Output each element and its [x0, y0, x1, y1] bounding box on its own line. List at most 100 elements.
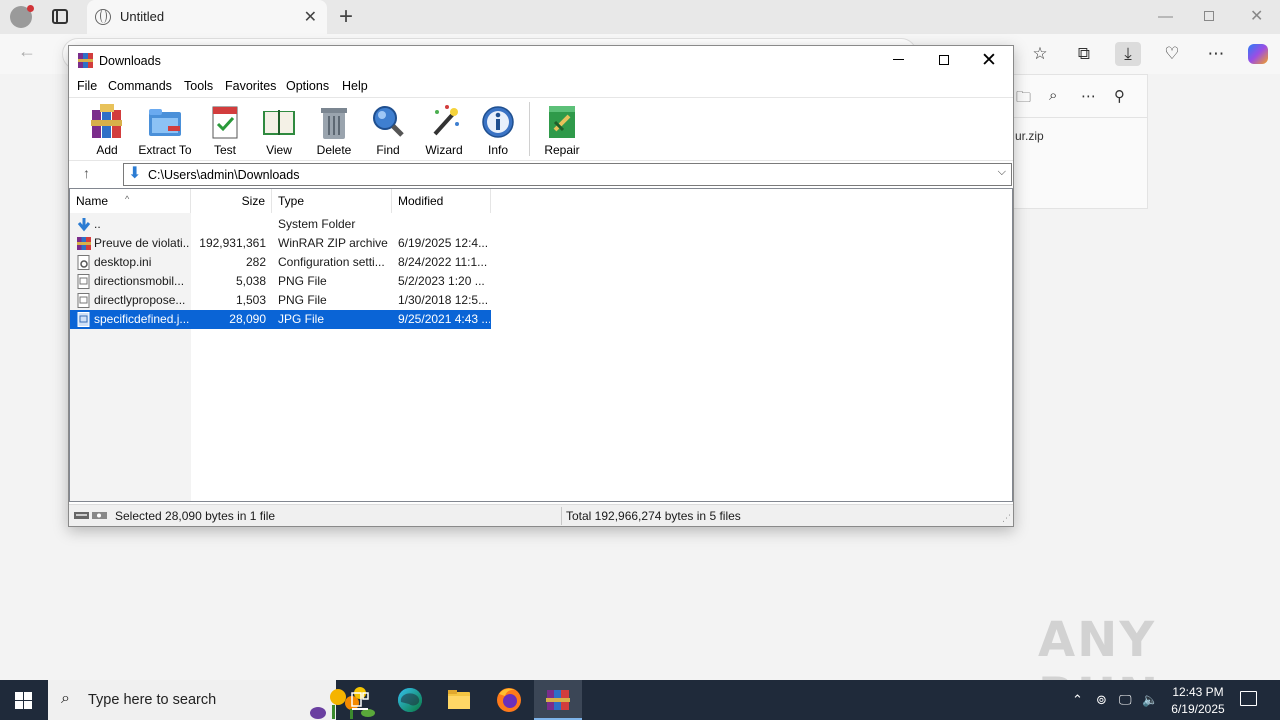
up-folder-arrow-icon[interactable]: ↑ — [83, 165, 90, 181]
downloads-folder-icon: ⬇ — [128, 165, 142, 182]
status-bar: Selected 28,090 bytes in 1 file Total 19… — [69, 504, 1013, 526]
add-label: Add — [96, 143, 118, 157]
winrar-window: Downloads ✕ File Commands Tools Favorite… — [68, 45, 1014, 527]
menu-bar: File Commands Tools Favorites Options He… — [69, 76, 1013, 96]
winrar-title-bar[interactable]: Downloads ✕ — [69, 46, 1013, 76]
minimize-button[interactable] — [893, 59, 904, 60]
menu-file[interactable]: File — [77, 79, 97, 93]
view-book-icon — [263, 110, 295, 135]
settings-more-icon[interactable]: ⋯ — [1203, 42, 1229, 66]
find-label: Find — [376, 143, 400, 157]
downloads-panel: 🗀 ⌕ ⋯ ⚲ ur.zip — [1000, 74, 1148, 209]
close-button[interactable]: ✕ — [981, 49, 997, 72]
winrar-taskbar-icon[interactable] — [534, 680, 582, 720]
tab-close-icon[interactable]: ✕ — [304, 7, 317, 27]
more-options-icon[interactable]: ⋯ — [1081, 87, 1096, 105]
list-item[interactable]: .. System Folder — [70, 215, 491, 234]
list-item[interactable]: Preuve de violati... 192,931,361 WinRAR … — [70, 234, 491, 253]
delete-label: Delete — [316, 143, 352, 157]
extract-to-button[interactable]: Extract To — [138, 104, 192, 157]
repair-button[interactable]: Repair — [535, 104, 589, 157]
window-title: Downloads — [99, 54, 161, 68]
path-field[interactable]: ⬇ C:\Users\admin\Downloads ⌵ — [123, 163, 1012, 186]
find-button[interactable]: Find — [361, 104, 415, 157]
favorites-star-icon[interactable]: ☆ — [1027, 42, 1053, 66]
download-item-name[interactable]: ur.zip — [1015, 129, 1044, 143]
info-label: Info — [487, 143, 508, 157]
system-clock[interactable]: 12:43 PM 6/19/2025 — [1160, 684, 1236, 718]
menu-help[interactable]: Help — [342, 79, 368, 93]
menu-commands[interactable]: Commands — [108, 79, 172, 93]
image-file-icon — [77, 312, 90, 327]
menu-options[interactable]: Options — [286, 79, 329, 93]
view-label: View — [266, 143, 292, 157]
column-header-type[interactable]: Type — [272, 189, 392, 213]
toolbar-separator — [529, 102, 530, 156]
magnifier-icon — [373, 106, 404, 137]
menu-tools[interactable]: Tools — [184, 79, 213, 93]
test-button[interactable]: Test — [198, 104, 252, 157]
path-bar: ↑ ⬇ C:\Users\admin\Downloads ⌵ — [69, 160, 1013, 188]
folder-up-icon — [77, 218, 91, 232]
view-button[interactable]: View — [252, 104, 306, 157]
menu-favorites[interactable]: Favorites — [225, 79, 276, 93]
copilot-icon[interactable] — [1248, 44, 1268, 64]
info-icon — [482, 106, 514, 138]
list-item-selected[interactable]: specificdefined.j... 28,090 JPG File 9/2… — [70, 310, 491, 329]
info-button[interactable]: Info — [471, 104, 525, 157]
column-header-modified[interactable]: Modified — [392, 189, 491, 213]
winrar-app-icon — [78, 53, 93, 68]
people-tray-icon[interactable]: ⊚ — [1096, 692, 1107, 708]
task-view-icon[interactable] — [336, 680, 384, 720]
path-text: C:\Users\admin\Downloads — [148, 168, 300, 182]
windows-start-icon[interactable] — [15, 692, 32, 709]
pin-icon[interactable]: ⚲ — [1114, 87, 1125, 105]
browser-close-button[interactable]: ✕ — [1250, 6, 1263, 26]
back-arrow-icon[interactable]: ← — [18, 41, 36, 62]
chevron-down-icon[interactable]: ⌵ — [998, 166, 1006, 179]
wizard-button[interactable]: Wizard — [417, 104, 471, 157]
network-icon[interactable]: 🖵 — [1119, 692, 1132, 708]
status-total: Total 192,966,274 bytes in 5 files — [566, 509, 741, 523]
volume-icon[interactable]: 🔈 — [1142, 692, 1158, 708]
add-button[interactable]: Add — [80, 104, 134, 157]
clock-time: 12:43 PM — [1172, 685, 1224, 699]
browser-essentials-icon[interactable]: ♡ — [1159, 42, 1185, 66]
browser-tab[interactable]: Untitled ✕ — [87, 0, 327, 34]
new-tab-button[interactable]: + — [339, 3, 353, 31]
browser-minimize-button[interactable]: — — [1158, 8, 1173, 25]
browser-tab-strip: Untitled ✕ + — ✕ — [0, 0, 1280, 34]
drive-status-icon — [74, 512, 107, 519]
file-explorer-icon[interactable] — [435, 680, 483, 720]
image-file-icon — [77, 274, 90, 289]
tab-actions-icon[interactable] — [52, 9, 68, 24]
notifications-icon[interactable] — [1240, 691, 1257, 706]
downloads-icon[interactable]: ⤓ — [1115, 42, 1141, 66]
list-item[interactable]: desktop.ini 282 Configuration setti... 8… — [70, 253, 491, 272]
profile-avatar-icon[interactable] — [10, 5, 34, 28]
search-icon[interactable]: ⌕ — [1049, 87, 1057, 104]
edge-browser-icon[interactable] — [386, 680, 434, 720]
trash-icon — [321, 108, 347, 139]
list-header: Name ^ Size Type Modified — [70, 189, 1012, 213]
taskbar: ⌕ Type here to search ⌃ ⊚ 🖵 🔈 12:43 PM 6… — [0, 680, 1280, 720]
delete-button[interactable]: Delete — [307, 104, 361, 157]
column-header-name[interactable]: Name ^ — [70, 189, 191, 213]
column-header-size[interactable]: Size — [191, 189, 272, 213]
open-folder-icon[interactable]: 🗀 — [1016, 87, 1031, 112]
wizard-wand-icon — [433, 105, 459, 136]
resize-grip-icon[interactable]: ⋰ — [1002, 513, 1011, 524]
maximize-button[interactable] — [939, 55, 949, 65]
winrar-toolbar: Add Extract To Test View Delete Find Wiz… — [69, 97, 1013, 157]
config-file-icon — [77, 255, 90, 270]
browser-restore-button[interactable] — [1204, 11, 1214, 21]
file-list[interactable]: Name ^ Size Type Modified .. System Fold… — [69, 188, 1013, 502]
show-hidden-icons-chevron-icon[interactable]: ⌃ — [1072, 692, 1083, 708]
search-icon: ⌕ — [61, 690, 70, 707]
firefox-icon[interactable] — [485, 680, 533, 720]
collections-icon[interactable]: ⧉ — [1071, 42, 1097, 66]
list-item[interactable]: directionsmobil... 5,038 PNG File 5/2/20… — [70, 272, 491, 291]
status-selected: Selected 28,090 bytes in 1 file — [115, 509, 276, 523]
list-item[interactable]: directlypropose... 1,503 PNG File 1/30/2… — [70, 291, 491, 310]
taskbar-search-box[interactable]: ⌕ Type here to search — [48, 680, 375, 720]
